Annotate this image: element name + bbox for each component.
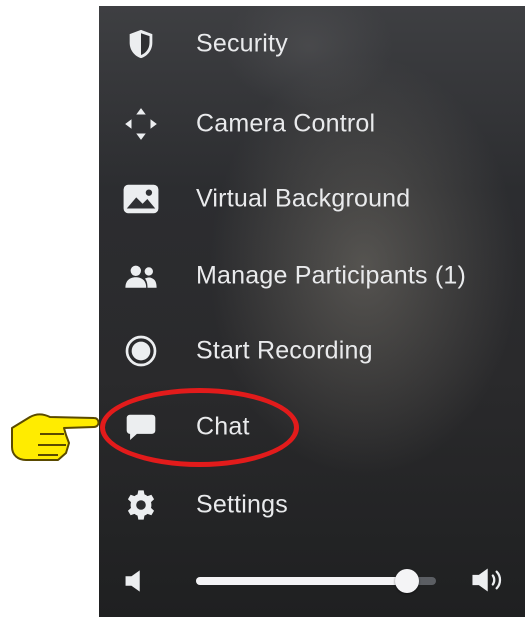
shield-icon	[121, 26, 161, 62]
image-icon	[121, 181, 161, 217]
menu-item-label: Virtual Background	[196, 184, 411, 213]
menu-item-label: Settings	[196, 490, 288, 519]
menu-item-settings[interactable]: Settings	[99, 475, 525, 535]
record-icon	[121, 333, 161, 369]
speaker-high-icon[interactable]	[471, 566, 507, 599]
menu-item-label: Camera Control	[196, 109, 376, 138]
volume-control	[99, 554, 525, 604]
volume-slider-thumb[interactable]	[395, 569, 420, 593]
app-menu-panel: Security Camera Control Virtual Backgrou…	[99, 6, 525, 617]
gear-icon	[121, 487, 161, 523]
menu-item-label: Security	[196, 29, 288, 58]
menu-item-manage-participants[interactable]: Manage Participants (1)	[99, 246, 525, 306]
volume-slider-fill	[196, 577, 408, 585]
highlight-circle	[100, 388, 299, 467]
volume-slider[interactable]	[196, 569, 436, 593]
speaker-low-icon[interactable]	[123, 568, 147, 599]
menu-item-label: Start Recording	[196, 336, 373, 365]
menu-item-security[interactable]: Security	[99, 14, 525, 74]
pointing-hand-icon	[6, 406, 102, 466]
participants-icon	[121, 258, 161, 294]
menu-item-label: Manage Participants (1)	[196, 261, 467, 290]
move-arrows-icon	[121, 106, 161, 142]
menu-item-camera-control[interactable]: Camera Control	[99, 94, 525, 154]
menu-item-virtual-background[interactable]: Virtual Background	[99, 169, 525, 229]
menu-item-start-recording[interactable]: Start Recording	[99, 321, 525, 381]
